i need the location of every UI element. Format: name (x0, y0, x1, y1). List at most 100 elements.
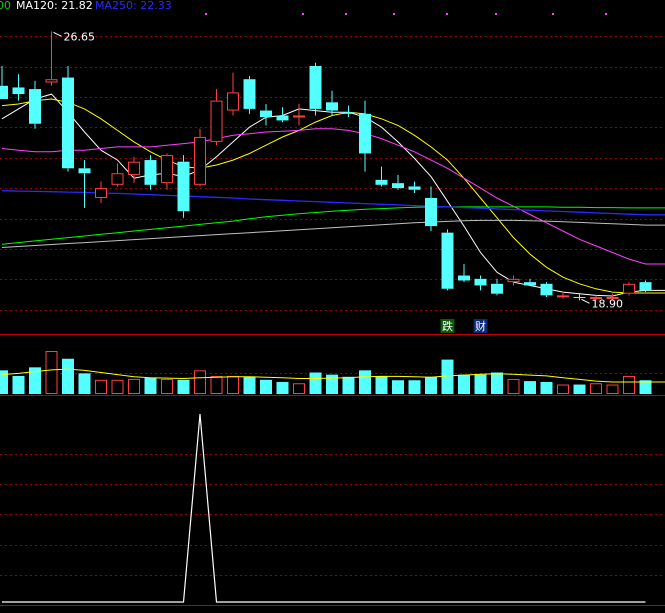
badge-label: 财 (475, 319, 486, 333)
volume-bar (342, 376, 355, 394)
candle (128, 156, 140, 184)
candle-body (78, 168, 91, 174)
candle (161, 153, 173, 190)
volume-bar (408, 380, 421, 394)
legend-marker-dot (302, 13, 304, 15)
candle-body (260, 110, 272, 118)
badge-label: 跌 (442, 319, 453, 333)
chart-canvas[interactable]: 26.65 18.90 跌 财 00 MA120: 21.82 MA250: 22.3… (0, 0, 665, 609)
volume-bar (128, 378, 140, 395)
candle-body (474, 278, 487, 286)
volume-bar (557, 384, 569, 395)
candle-body (524, 282, 536, 286)
candle-body (144, 160, 157, 185)
candle-body (507, 278, 520, 283)
ma60-line (1, 206, 665, 245)
candle (243, 75, 256, 114)
volume-bar (458, 374, 470, 394)
volume-bar (425, 376, 437, 394)
candle-body (177, 161, 190, 212)
candle-body (0, 85, 8, 99)
legend-marker-dot (495, 13, 497, 15)
candle-body (441, 232, 454, 289)
volume-bar (590, 383, 602, 394)
volume-bar (177, 379, 190, 394)
candle-body (540, 283, 553, 296)
volume-bar (392, 380, 404, 394)
candle-body (128, 161, 140, 175)
volume-bar (243, 376, 256, 394)
candle (45, 31, 58, 86)
candle (540, 282, 553, 297)
low-arrow (581, 298, 590, 304)
candle-body (392, 183, 404, 189)
volume-bar (573, 384, 586, 394)
candle (458, 264, 470, 283)
high-arrow (53, 31, 62, 37)
candle-body (639, 282, 652, 291)
candle (557, 292, 569, 299)
volume-bar (144, 377, 157, 394)
volume-bar (260, 379, 272, 394)
candle-body (210, 100, 223, 142)
legend-ma120: MA120: 21.82 (16, 0, 93, 12)
candle (408, 181, 421, 194)
candle-body (458, 275, 470, 281)
candle-body (111, 173, 124, 185)
candle (111, 163, 124, 187)
candle-body (194, 136, 206, 185)
stock-chart[interactable]: 26.65 18.90 跌 财 00 MA120: 21.82 MA250: 22.3… (0, 0, 665, 609)
candle-body (12, 87, 25, 95)
candle-body (293, 115, 305, 118)
candle-body (29, 89, 41, 124)
volume-bar (293, 383, 305, 394)
candle-body (623, 283, 635, 294)
volume-bar (507, 378, 520, 395)
price-annotations: 26.65 18.90 跌 财 (53, 30, 623, 333)
volume-bar (606, 384, 619, 395)
badge: 财 (473, 319, 488, 333)
candle-body (573, 297, 586, 298)
candle-body (243, 79, 256, 109)
candle (474, 275, 487, 291)
legend-marker-dot (552, 13, 554, 15)
volume-bar (309, 372, 322, 394)
candle (425, 186, 437, 231)
candle (29, 80, 41, 129)
legend-marker-dot (205, 13, 207, 15)
volume-bar (161, 378, 173, 395)
candle (375, 166, 388, 187)
volume-bar (540, 381, 553, 394)
candle (276, 107, 289, 123)
candle (507, 275, 520, 286)
volume-bar (491, 372, 503, 394)
volume-bar (375, 375, 388, 394)
candle-body (309, 66, 322, 109)
candlestick-series (0, 31, 652, 301)
candle (62, 66, 74, 172)
ma-legend: 00 MA120: 21.82 MA250: 22.33 (0, 0, 607, 15)
candle-body (557, 295, 569, 298)
candle-body (342, 112, 355, 114)
candle-body (326, 102, 338, 111)
candle-body (375, 179, 388, 185)
candle-body (408, 186, 421, 190)
candle (623, 282, 635, 296)
candle-body (161, 155, 173, 184)
candle-body (95, 188, 107, 199)
candle-body (45, 79, 58, 83)
candle (260, 103, 272, 126)
candle (78, 160, 91, 208)
candle-body (276, 115, 289, 121)
candle (95, 181, 107, 203)
candle (441, 229, 454, 291)
legend-marker-dot (446, 13, 448, 15)
legend-marker-dot (605, 13, 607, 15)
legend-ma250: MA250: 22.33 (95, 0, 172, 12)
volume-bar (276, 381, 289, 394)
volume-bar (78, 373, 91, 394)
candle (342, 105, 355, 118)
candle-body (62, 77, 74, 169)
volume-bar (227, 375, 239, 395)
candle (194, 128, 206, 187)
